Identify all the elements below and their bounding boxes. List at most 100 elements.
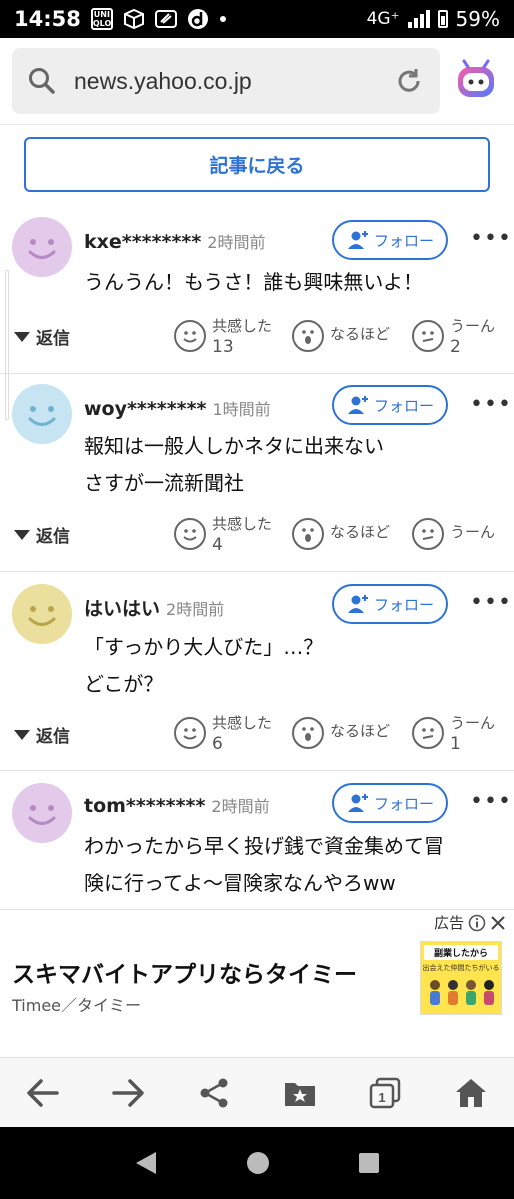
surprised-face-icon [292, 717, 324, 749]
url-text[interactable]: news.yahoo.co.jp [74, 68, 394, 95]
tabs-button[interactable]: 1 [363, 1071, 407, 1115]
comment-text-line: 険に行ってよ〜冒険家なんやろww [84, 871, 396, 895]
search-icon [29, 68, 55, 94]
ad-image-banner: 副業したから [424, 945, 498, 960]
app-mascot-icon[interactable] [455, 58, 497, 100]
empathy-count: 6 [212, 734, 223, 754]
comment-item: はいはい 2時間前 フォロー ••• 「すっかり大人びた」…？ どこが？ 返信 共… [0, 572, 514, 771]
network-label: 4G⁺ [366, 9, 400, 29]
system-home-icon[interactable] [246, 1151, 270, 1175]
bookmarks-button[interactable] [278, 1071, 322, 1115]
battery-level: 59% [455, 7, 500, 31]
add-user-icon [347, 595, 368, 613]
follow-button[interactable]: フォロー [332, 385, 448, 425]
arrow-left-icon [27, 1078, 59, 1107]
comment-username[interactable]: woy******** [84, 398, 206, 420]
avatar[interactable] [12, 584, 72, 644]
ad-image-subtext: 出会えた仲間たちがいる [422, 964, 500, 972]
naruhodo-reaction[interactable]: なるほど [292, 316, 390, 352]
naruhodo-reaction[interactable]: なるほど [292, 514, 390, 550]
uun-reaction[interactable]: うーん 2 [412, 316, 495, 358]
back-button[interactable] [21, 1071, 65, 1115]
people-illustration-icon [430, 980, 494, 1005]
uun-reaction[interactable]: うーん 1 [412, 713, 495, 755]
comment-text-line: わかったから早く投げ銭で資金集めて冒 [84, 834, 444, 858]
empathy-label: 共感した [212, 515, 273, 533]
bookmark-folder-icon [284, 1082, 315, 1106]
status-time: 14:58 [14, 7, 81, 31]
naruhodo-reaction[interactable]: なるほど [292, 713, 390, 749]
comment-text-line: うんうん！もうさ！誰も興味無いよ！ [84, 270, 423, 294]
avatar[interactable] [12, 783, 72, 843]
ad-tag[interactable]: 広告 [434, 912, 506, 933]
comment-time: 1時間前 [212, 400, 271, 419]
cube-notification-icon [123, 8, 144, 30]
back-to-article-button[interactable]: 記事に戻る [24, 137, 490, 192]
empathy-reaction[interactable]: 共感した 13 [174, 316, 272, 358]
reply-label: 返信 [36, 527, 70, 547]
comment-time: 2時間前 [207, 233, 266, 252]
browser-toolbar: 1 [0, 1057, 514, 1127]
empathy-count: 13 [212, 337, 234, 357]
comment-item: kxe******** 2時間前 フォロー ••• うんうん！もうさ！誰も興味無い… [0, 204, 514, 374]
empathy-label: 共感した [212, 317, 273, 335]
ad-label: 広告 [434, 914, 465, 932]
surprised-face-icon [292, 518, 324, 550]
naruhodo-label: なるほど [330, 325, 391, 343]
share-button[interactable] [192, 1071, 236, 1115]
comment-text-line: 「すっかり大人びた」…？ [84, 635, 324, 659]
more-options-icon[interactable]: ••• [470, 226, 512, 251]
address-bar[interactable]: news.yahoo.co.jp [12, 48, 440, 114]
puzzled-face-icon [412, 518, 444, 550]
smiley-avatar-icon [28, 406, 56, 426]
comment-time: 2時間前 [211, 797, 270, 816]
arrow-right-icon [112, 1078, 145, 1107]
reply-toggle[interactable]: 返信 [14, 722, 70, 747]
avatar[interactable] [12, 384, 72, 444]
info-icon[interactable] [468, 914, 486, 932]
close-icon[interactable] [490, 915, 506, 931]
forward-button[interactable] [106, 1071, 150, 1115]
ad-image[interactable]: 副業したから 出会えた仲間たちがいる [420, 941, 502, 1015]
signal-icon [407, 10, 430, 28]
more-options-icon[interactable]: ••• [470, 392, 512, 417]
surprised-face-icon [292, 320, 324, 352]
system-recents-icon[interactable] [358, 1152, 380, 1174]
comment-username[interactable]: はいはい [84, 598, 160, 620]
smiley-avatar-icon [28, 239, 56, 259]
comment-username[interactable]: kxe******** [84, 231, 201, 253]
add-user-icon [347, 396, 368, 414]
smile-face-icon [174, 320, 206, 352]
smiley-avatar-icon [28, 606, 56, 626]
ad-title[interactable]: スキマバイトアプリならタイミー [12, 955, 357, 989]
d-notification-icon [187, 9, 208, 29]
system-navigation-bar [0, 1127, 514, 1199]
reply-toggle[interactable]: 返信 [14, 324, 70, 349]
system-back-icon[interactable] [134, 1150, 158, 1176]
comment-text-line: さすが一流新聞社 [84, 471, 244, 495]
follow-button[interactable]: フォロー [332, 220, 448, 260]
more-options-icon[interactable]: ••• [470, 789, 512, 814]
follow-button[interactable]: フォロー [332, 783, 448, 823]
more-options-icon[interactable]: ••• [470, 590, 512, 615]
status-bar: 14:58 UNI QLO 4G⁺ 59% [0, 0, 514, 38]
svg-text:1: 1 [379, 1090, 386, 1105]
uniqlo-notification-icon: UNI QLO [90, 8, 113, 30]
comment-item: tom******** 2時間前 フォロー ••• わかったから早く投げ銭で資金集… [0, 771, 514, 909]
home-icon [456, 1078, 487, 1107]
battery-icon [437, 10, 448, 28]
caret-down-icon [14, 529, 30, 540]
reply-toggle[interactable]: 返信 [14, 522, 70, 547]
reply-label: 返信 [36, 329, 70, 349]
follow-button[interactable]: フォロー [332, 584, 448, 624]
empathy-reaction[interactable]: 共感した 4 [174, 514, 272, 556]
uun-reaction[interactable]: うーん [412, 514, 495, 550]
uun-count: 2 [450, 337, 461, 357]
reload-icon[interactable] [394, 66, 424, 96]
empathy-reaction[interactable]: 共感した 6 [174, 713, 272, 755]
uun-count: 1 [450, 734, 461, 754]
home-button[interactable] [449, 1071, 493, 1115]
comment-username[interactable]: tom******** [84, 795, 205, 817]
follow-label: フォロー [373, 396, 434, 415]
avatar[interactable] [12, 217, 72, 277]
